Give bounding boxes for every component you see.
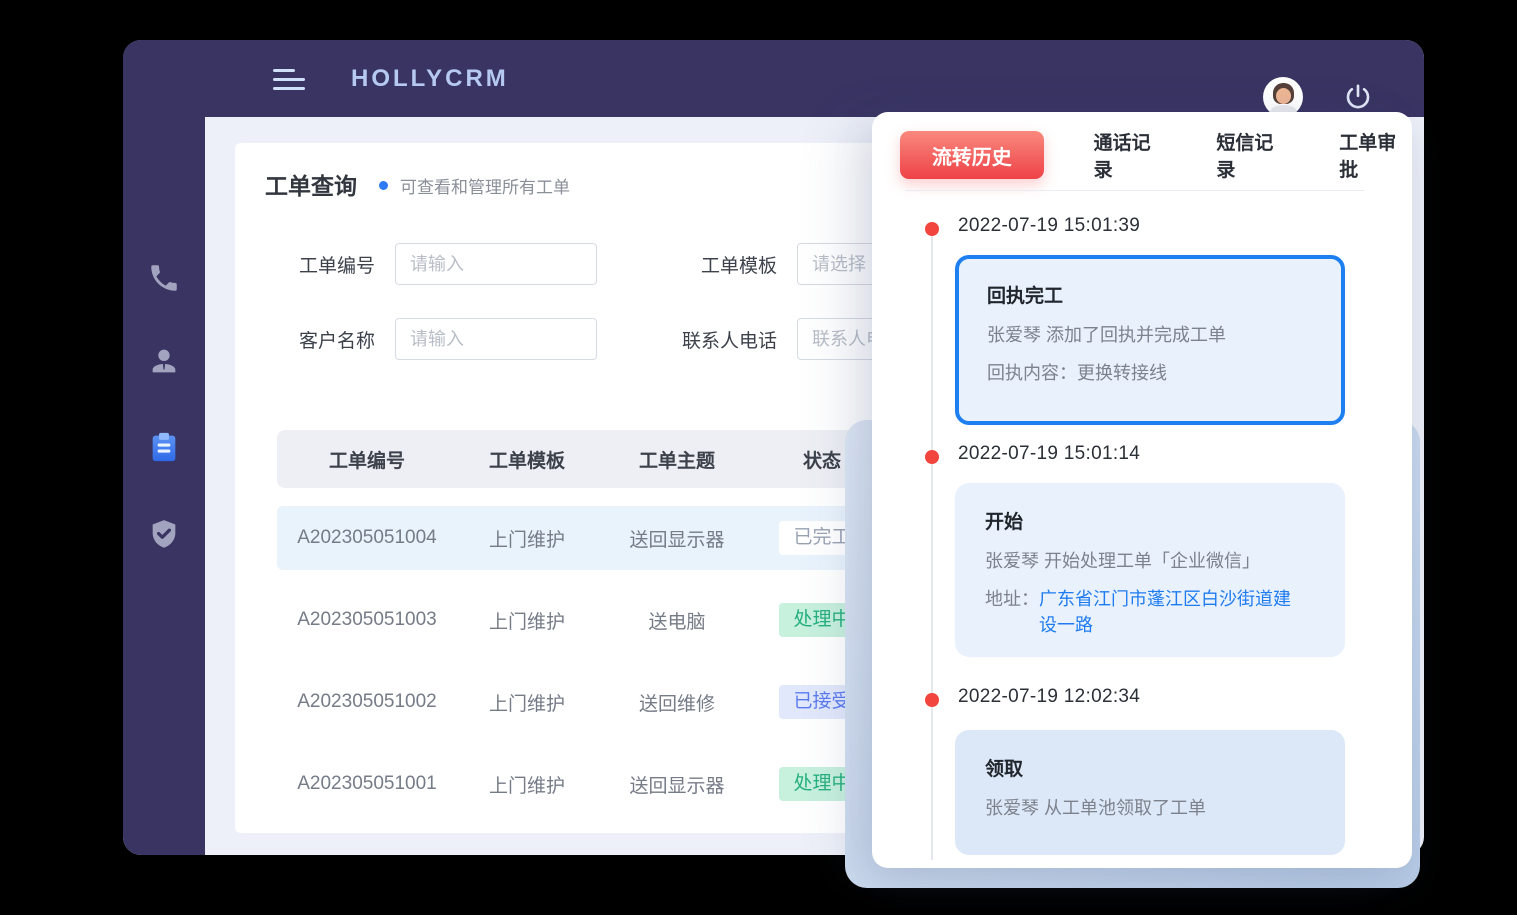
address-link[interactable]: 广东省江门市蓬江区白沙街道建设一路 — [1039, 586, 1291, 638]
top-bar: HOLLYCRM — [123, 40, 1424, 117]
timeline-card-title: 开始 — [985, 507, 1315, 534]
page-subtitle: 可查看和管理所有工单 — [400, 171, 570, 198]
timeline-line — [931, 232, 933, 860]
timeline-dot — [925, 693, 939, 707]
row-order-id: A202305051003 — [277, 609, 457, 631]
power-icon[interactable] — [1343, 82, 1373, 112]
timeline-card-title: 回执完工 — [987, 281, 1313, 308]
column-header: 工单模板 — [457, 446, 597, 473]
column-header: 工单编号 — [277, 446, 457, 473]
contacts-icon — [147, 344, 181, 378]
avatar[interactable] — [1263, 77, 1303, 117]
menu-icon[interactable] — [273, 69, 307, 96]
row-subject: 送回维修 — [597, 689, 757, 716]
timeline-card-title: 领取 — [985, 754, 1315, 781]
timeline-dot — [925, 450, 939, 464]
column-header: 工单主题 — [597, 446, 757, 473]
filter-label-order-template: 工单模板 — [637, 251, 777, 278]
sidebar-item-work-orders[interactable] — [147, 430, 181, 464]
security-shield-icon — [147, 517, 181, 551]
row-order-id: A202305051002 — [277, 691, 457, 713]
screenshot-stage: HOLLYCRM 工单查询 可查看和管理所有工单 — [0, 0, 1517, 915]
filter-label-order-id: 工单编号 — [235, 251, 375, 278]
timeline: 2022-07-19 15:01:39 回执完工 张爱琴 添加了回执并完成工单 … — [872, 112, 1412, 868]
sidebar — [123, 40, 205, 855]
row-order-id: A202305051001 — [277, 773, 457, 795]
row-template: 上门维护 — [457, 607, 597, 634]
bullet-dot-icon — [379, 181, 388, 190]
sidebar-item-calls[interactable] — [147, 261, 181, 295]
timeline-time: 2022-07-19 15:01:14 — [958, 443, 1140, 465]
history-panel: 流转历史 通话记录 短信记录 工单审批 2022-07-19 15:01:39 … — [872, 112, 1412, 868]
brand-logo: HOLLYCRM — [351, 40, 509, 117]
timeline-card-completed[interactable]: 回执完工 张爱琴 添加了回执并完成工单 回执内容：更换转接线 — [955, 255, 1345, 425]
order-id-input[interactable] — [395, 243, 597, 285]
timeline-card-text: 张爱琴 添加了回执并完成工单 — [987, 322, 1313, 348]
timeline-card-text: 回执内容：更换转接线 — [987, 360, 1313, 386]
timeline-time: 2022-07-19 12:02:34 — [958, 686, 1140, 708]
timeline-card-text: 张爱琴 开始处理工单「企业微信」 — [985, 548, 1315, 574]
row-template: 上门维护 — [457, 689, 597, 716]
work-orders-icon — [147, 430, 181, 464]
timeline-time: 2022-07-19 15:01:39 — [958, 215, 1140, 237]
row-subject: 送电脑 — [597, 607, 757, 634]
phone-icon — [147, 261, 181, 295]
timeline-card-started[interactable]: 开始 张爱琴 开始处理工单「企业微信」 地址：广东省江门市蓬江区白沙街道建设一路 — [955, 483, 1345, 657]
timeline-card-claimed[interactable]: 领取 张爱琴 从工单池领取了工单 — [955, 730, 1345, 855]
sidebar-item-security[interactable] — [147, 517, 181, 551]
sidebar-item-contacts[interactable] — [147, 344, 181, 378]
address-label: 地址： — [985, 589, 1039, 609]
avatar-face — [1276, 88, 1291, 104]
customer-name-input[interactable] — [395, 318, 597, 360]
filter-label-customer-name: 客户名称 — [235, 326, 375, 353]
page-title: 工单查询 — [265, 167, 357, 201]
row-subject: 送回显示器 — [597, 771, 757, 798]
row-template: 上门维护 — [457, 771, 597, 798]
row-subject: 送回显示器 — [597, 525, 757, 552]
timeline-dot — [925, 222, 939, 236]
row-template: 上门维护 — [457, 525, 597, 552]
row-order-id: A202305051004 — [277, 527, 457, 549]
timeline-card-text: 张爱琴 从工单池领取了工单 — [985, 795, 1315, 821]
filter-label-contact-phone: 联系人电话 — [637, 326, 777, 353]
